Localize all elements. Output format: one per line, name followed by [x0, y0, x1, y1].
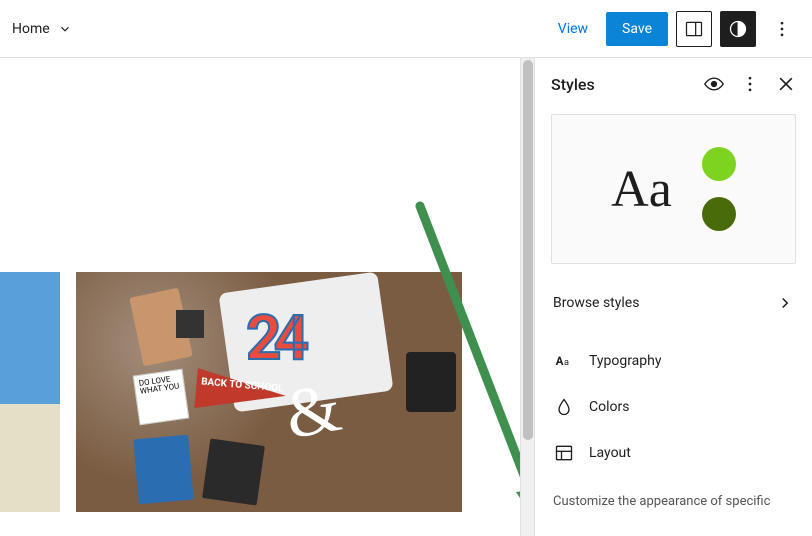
sidebar-title: Styles — [551, 75, 595, 94]
chevron-right-icon — [776, 294, 794, 312]
gallery-block[interactable]: 24 DO LOVE WHAT YOU BACK TO SCHOOL & — [0, 272, 462, 512]
sidebar-icon — [684, 19, 704, 39]
browse-styles-row[interactable]: Browse styles — [535, 280, 812, 326]
toolbar-actions: View Save — [548, 11, 800, 47]
view-link[interactable]: View — [548, 15, 598, 43]
canvas-scrollbar[interactable] — [520, 58, 534, 536]
eye-icon[interactable] — [704, 74, 724, 94]
svg-text:a: a — [564, 358, 569, 368]
save-button[interactable]: Save — [606, 12, 668, 46]
editor-canvas[interactable]: 24 DO LOVE WHAT YOU BACK TO SCHOOL & — [0, 58, 520, 536]
page-name: Home — [12, 21, 50, 37]
gallery-image-2[interactable]: 24 DO LOVE WHAT YOU BACK TO SCHOOL & — [76, 272, 462, 512]
typography-option[interactable]: Aa Typography — [535, 338, 812, 384]
styles-panel-toggle[interactable] — [720, 11, 756, 47]
swatch-dark — [702, 197, 736, 231]
layout-label: Layout — [589, 445, 631, 461]
colors-label: Colors — [589, 399, 629, 415]
style-options-list: Aa Typography Colors Layout — [535, 338, 812, 476]
droplet-icon — [553, 396, 575, 418]
contrast-icon — [728, 19, 748, 39]
layout-icon — [553, 442, 575, 464]
page-selector[interactable]: Home — [12, 21, 72, 37]
style-preview-card[interactable]: Aa — [551, 114, 796, 264]
layout-option[interactable]: Layout — [535, 430, 812, 476]
svg-text:A: A — [556, 354, 564, 368]
more-options-button[interactable] — [764, 11, 800, 47]
typography-label: Typography — [589, 353, 661, 369]
preview-typography-sample: Aa — [611, 160, 672, 219]
settings-panel-toggle[interactable] — [676, 11, 712, 47]
styles-sidebar: Styles Aa Browse styles — [534, 58, 812, 536]
colors-option[interactable]: Colors — [535, 384, 812, 430]
gallery-image-1[interactable] — [0, 272, 60, 512]
typography-icon: Aa — [553, 350, 575, 372]
close-icon[interactable] — [776, 74, 796, 94]
more-vertical-icon — [772, 19, 792, 39]
main-area: 24 DO LOVE WHAT YOU BACK TO SCHOOL & Sty… — [0, 58, 812, 536]
sidebar-header: Styles — [535, 58, 812, 106]
customize-hint-text: Customize the appearance of specific — [535, 476, 812, 509]
sidebar-header-actions — [704, 74, 796, 94]
top-toolbar: Home View Save — [0, 0, 812, 58]
browse-styles-label: Browse styles — [553, 295, 639, 311]
chevron-down-icon — [58, 22, 72, 36]
preview-color-swatches — [702, 147, 736, 231]
swatch-light — [702, 147, 736, 181]
scrollbar-thumb[interactable] — [523, 60, 533, 440]
more-vertical-icon[interactable] — [740, 74, 760, 94]
